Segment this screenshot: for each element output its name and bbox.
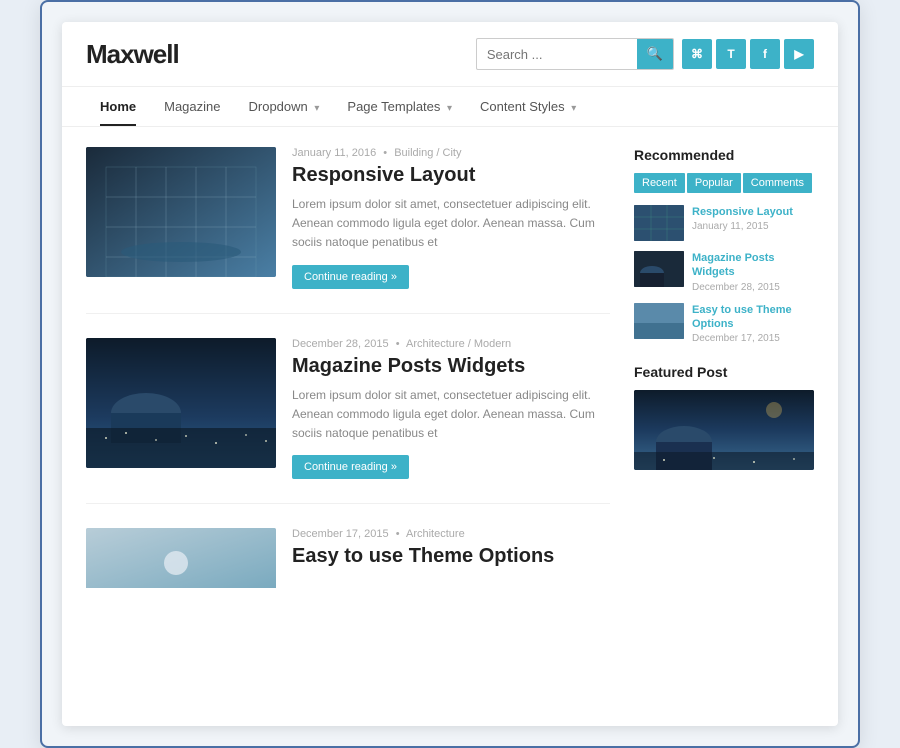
sidebar-column: Recommended Recent Popular Comments <box>634 147 814 706</box>
nav-dropdown[interactable]: Dropdown ▾ <box>235 87 334 126</box>
rec-title-1[interactable]: Responsive Layout <box>692 205 793 219</box>
rec-date-3: December 17, 2015 <box>692 333 814 344</box>
featured-section: Featured Post <box>634 364 814 475</box>
rec-info-3: Easy to use Theme Options December 17, 2… <box>692 303 814 345</box>
read-more-btn-1[interactable]: Continue reading » <box>292 265 409 289</box>
rec-info-2: Magazine Posts Widgets December 28, 2015 <box>692 251 814 293</box>
nav-content-styles[interactable]: Content Styles ▾ <box>466 87 590 126</box>
site-logo: Maxwell <box>86 39 179 70</box>
post-thumbnail-3 <box>86 528 276 658</box>
post-card-1: January 11, 2016 • Building / City Respo… <box>86 147 610 314</box>
twitter-icon[interactable]: T <box>716 39 746 69</box>
rec-date-2: December 28, 2015 <box>692 282 814 293</box>
rec-title-3[interactable]: Easy to use Theme Options <box>692 303 814 332</box>
post-content-1: January 11, 2016 • Building / City Respo… <box>292 147 610 289</box>
post-excerpt-2: Lorem ipsum dolor sit amet, consectetuer… <box>292 386 610 444</box>
search-button[interactable]: 🔍 <box>637 39 673 69</box>
site-header: Maxwell 🔍 ⌘ T f ▶ <box>62 22 838 87</box>
read-more-btn-2[interactable]: Continue reading » <box>292 455 409 479</box>
tab-comments[interactable]: Comments <box>743 173 812 193</box>
post-title-2: Magazine Posts Widgets <box>292 354 610 378</box>
post-meta-1: January 11, 2016 • Building / City <box>292 147 610 159</box>
main-content: January 11, 2016 • Building / City Respo… <box>62 127 838 726</box>
rec-title-2[interactable]: Magazine Posts Widgets <box>692 251 814 280</box>
header-right: 🔍 ⌘ T f ▶ <box>476 38 814 70</box>
post-card-2: December 28, 2015 • Architecture / Moder… <box>86 338 610 505</box>
post-title-1: Responsive Layout <box>292 163 610 187</box>
post-thumbnail-1 <box>86 147 276 277</box>
post-content-3: December 17, 2015 • Architecture Easy to… <box>292 528 554 658</box>
rec-info-1: Responsive Layout January 11, 2015 <box>692 205 793 232</box>
search-bar: 🔍 <box>476 38 674 70</box>
recommended-section: Recommended Recent Popular Comments <box>634 147 814 344</box>
featured-image <box>634 390 814 470</box>
post-meta-3: December 17, 2015 • Architecture <box>292 528 554 540</box>
nav-page-templates[interactable]: Page Templates ▾ <box>333 87 466 126</box>
facebook-icon[interactable]: f <box>750 39 780 69</box>
rss-icon[interactable]: ⌘ <box>682 39 712 69</box>
post-meta-2: December 28, 2015 • Architecture / Moder… <box>292 338 610 350</box>
post-excerpt-1: Lorem ipsum dolor sit amet, consectetuer… <box>292 195 610 253</box>
nav-home[interactable]: Home <box>86 87 150 126</box>
browser-window: Maxwell 🔍 ⌘ T f ▶ Home Magazine Dropdown… <box>62 22 838 726</box>
recommended-tabs: Recent Popular Comments <box>634 173 814 193</box>
tab-recent[interactable]: Recent <box>634 173 685 193</box>
social-icons: ⌘ T f ▶ <box>682 39 814 69</box>
tab-popular[interactable]: Popular <box>687 173 741 193</box>
rec-item-1: Responsive Layout January 11, 2015 <box>634 205 814 241</box>
nav-magazine[interactable]: Magazine <box>150 87 234 126</box>
post-content-2: December 28, 2015 • Architecture / Moder… <box>292 338 610 480</box>
recommended-title: Recommended <box>634 147 814 163</box>
post-card-3: December 17, 2015 • Architecture Easy to… <box>86 528 610 682</box>
post-title-3: Easy to use Theme Options <box>292 544 554 568</box>
rec-item-3: Easy to use Theme Options December 17, 2… <box>634 303 814 345</box>
featured-title: Featured Post <box>634 364 814 380</box>
posts-column: January 11, 2016 • Building / City Respo… <box>86 147 634 706</box>
rec-item-2: Magazine Posts Widgets December 28, 2015 <box>634 251 814 293</box>
youtube-icon[interactable]: ▶ <box>784 39 814 69</box>
outer-frame: Maxwell 🔍 ⌘ T f ▶ Home Magazine Dropdown… <box>40 0 860 748</box>
search-input[interactable] <box>477 41 637 68</box>
post-thumbnail-2 <box>86 338 276 468</box>
site-nav: Home Magazine Dropdown ▾ Page Templates … <box>62 87 838 127</box>
rec-date-1: January 11, 2015 <box>692 221 793 232</box>
